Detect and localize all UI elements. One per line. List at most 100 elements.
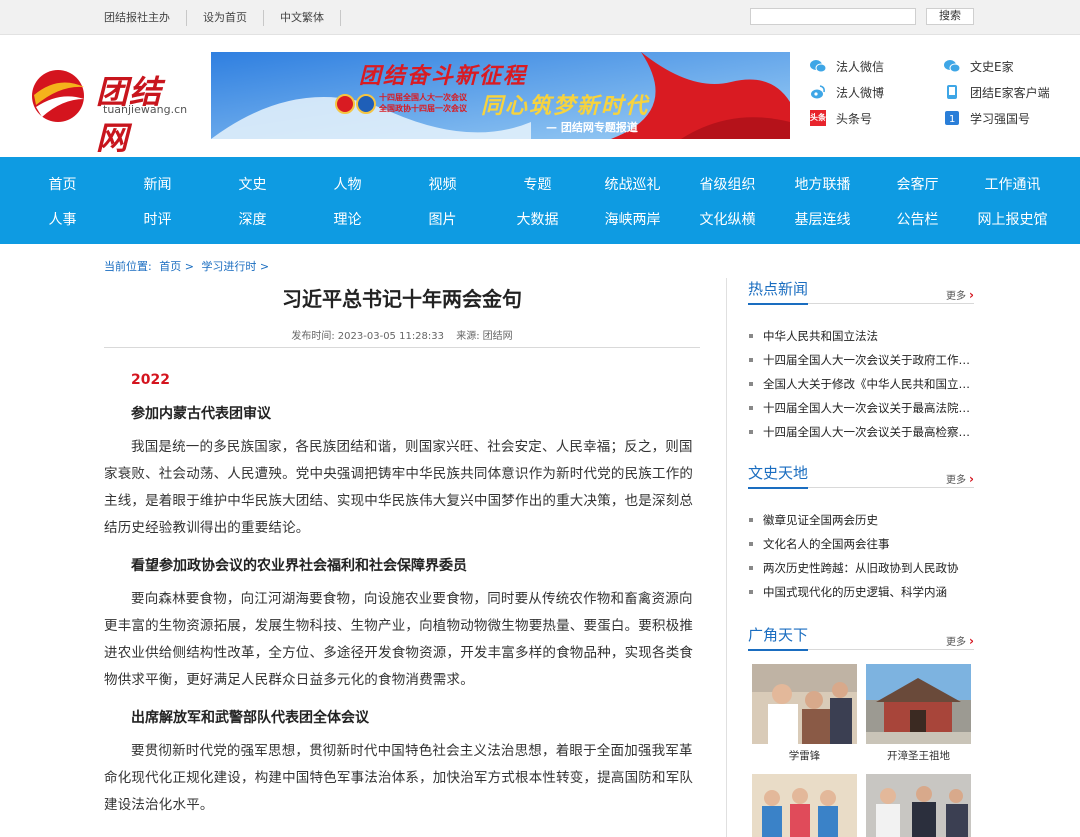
nav-row-1: 首页 新闻 文史 人物 视频 专题 统战巡礼 省级组织 地方联播 会客厅 工作通讯 <box>15 174 1075 194</box>
photo-image <box>752 664 857 744</box>
list-item[interactable]: 中国式现代化的历史逻辑、科学内涵 <box>748 580 974 604</box>
photo-xueleifeng[interactable] <box>752 664 857 744</box>
bullet-icon <box>749 406 753 410</box>
wenshi-more[interactable]: 更多 › <box>946 471 974 486</box>
list-item-text: 十四届全国人大一次会议关于政府工作报告的决议 <box>763 353 974 367</box>
banner-line1: 十四届全国人大一次会议 <box>379 93 467 102</box>
list-item[interactable]: 全国人大关于修改《中华人民共和国立法法》的决定 <box>748 372 974 396</box>
logo-domain: tuanjiewang.cn <box>103 103 188 116</box>
nav-item-row1-0[interactable]: 首页 <box>15 174 110 194</box>
guangjiao-title: 广角天下 <box>748 624 809 651</box>
nav-item-row1-8[interactable]: 地方联播 <box>775 174 870 194</box>
nav-item-row1-6[interactable]: 统战巡礼 <box>585 174 680 194</box>
nav-item-row1-4[interactable]: 视频 <box>395 174 490 194</box>
nav-item-row2-5[interactable]: 大数据 <box>490 209 585 229</box>
social-app[interactable]: 团结E家客户端 <box>944 79 1050 105</box>
nav-item-row1-10[interactable]: 工作通讯 <box>965 174 1060 194</box>
breadcrumb: 当前位置: 首页 > 学习进行时 > <box>104 258 273 274</box>
social-app-label: 团结E家客户端 <box>970 85 1050 100</box>
hot-news-header: 热点新闻 更多 › <box>748 278 974 305</box>
xuexi-icon: 1 <box>945 111 959 125</box>
article-meta: 发布时间: 2023-03-05 11:28:33 来源: 团结网 <box>104 327 700 342</box>
nav-item-row1-3[interactable]: 人物 <box>300 174 395 194</box>
nav-item-row2-10[interactable]: 网上报史馆 <box>965 209 1060 229</box>
more-label: 更多 <box>946 637 967 648</box>
nav-item-row2-4[interactable]: 图片 <box>395 209 490 229</box>
social-weibo[interactable]: 法人微博 <box>810 79 884 105</box>
source-name: 团结网 <box>482 331 513 342</box>
top-link-set-home[interactable]: 设为首页 <box>187 9 264 26</box>
chevron-right-icon: › <box>969 288 974 302</box>
nav-item-row1-9[interactable]: 会客厅 <box>870 174 965 194</box>
social-wechat-label: 法人微信 <box>836 59 885 74</box>
breadcrumb-label: 当前位置: <box>104 260 152 273</box>
guangjiao-more[interactable]: 更多 › <box>946 633 974 648</box>
article-divider <box>104 347 700 348</box>
banner-tag: — 团结网专题报道 <box>546 121 638 134</box>
site-logo[interactable]: 团结网 tuanjiewang.cn <box>30 65 190 157</box>
list-item[interactable]: 十四届全国人大一次会议关于政府工作报告的决议 <box>748 348 974 372</box>
list-item-text: 文化名人的全国两会往事 <box>763 537 890 551</box>
column-divider <box>726 278 727 837</box>
publish-time-label: 发布时间: <box>291 331 335 342</box>
photo-meeting[interactable] <box>866 774 971 837</box>
social-wenshi[interactable]: 文史E家 <box>944 53 1050 79</box>
search-button[interactable]: 搜索 <box>926 8 974 25</box>
nav-item-row2-8[interactable]: 基层连线 <box>775 209 870 229</box>
social-wechat[interactable]: 法人微信 <box>810 53 884 79</box>
bullet-icon <box>749 430 753 434</box>
list-item-text: 全国人大关于修改《中华人民共和国立法法》的决定 <box>763 377 974 391</box>
hot-news-more[interactable]: 更多 › <box>946 287 974 302</box>
photo-kaizhang[interactable] <box>866 664 971 744</box>
list-item[interactable]: 中华人民共和国立法法 <box>748 324 974 348</box>
section-heading: 参加内蒙古代表团审议 <box>131 406 271 422</box>
bullet-icon <box>749 542 753 546</box>
logo-mark-icon <box>32 70 84 122</box>
bullet-icon <box>749 590 753 594</box>
nav-item-row2-6[interactable]: 海峡两岸 <box>585 209 680 229</box>
nav-item-row2-7[interactable]: 文化纵横 <box>680 209 775 229</box>
top-links: 团结报社主办 设为首页 中文繁体 <box>88 0 341 35</box>
social-toutiao[interactable]: 头条 头条号 <box>810 105 884 131</box>
nav-item-row2-0[interactable]: 人事 <box>15 209 110 229</box>
nav-item-row1-2[interactable]: 文史 <box>205 174 300 194</box>
social-weibo-label: 法人微博 <box>836 85 885 100</box>
photo-image <box>866 774 971 837</box>
social-links-left: 法人微信 法人微博 头条 头条号 <box>810 53 884 131</box>
list-item[interactable]: 文化名人的全国两会往事 <box>748 532 974 556</box>
site-header: 团结网 tuanjiewang.cn 团结奋斗新征程 同心筑梦新时代 十四届全国… <box>0 35 1080 157</box>
nav-item-row2-3[interactable]: 理论 <box>300 209 395 229</box>
nav-item-row2-2[interactable]: 深度 <box>205 209 300 229</box>
section-heading: 看望参加政协会议的农业界社会福利和社会保障界委员 <box>131 558 467 574</box>
svg-text:1: 1 <box>949 114 955 125</box>
top-link-traditional[interactable]: 中文繁体 <box>264 9 341 26</box>
social-xuexi[interactable]: 1 学习强国号 <box>944 105 1050 131</box>
bullet-icon <box>749 334 753 338</box>
special-report-banner[interactable]: 团结奋斗新征程 同心筑梦新时代 十四届全国人大一次会议 全国政协十四届一次会议 … <box>211 52 790 139</box>
article-title: 习近平总书记十年两会金句 <box>282 287 522 311</box>
top-link-host[interactable]: 团结报社主办 <box>88 9 187 26</box>
nav-item-row1-1[interactable]: 新闻 <box>110 174 205 194</box>
nav-item-row2-1[interactable]: 时评 <box>110 209 205 229</box>
hot-news-title: 热点新闻 <box>748 278 809 305</box>
section-heading: 出席解放军和武警部队代表团全体会议 <box>131 710 369 726</box>
hot-news-list: 中华人民共和国立法法 十四届全国人大一次会议关于政府工作报告的决议 全国人大关于… <box>748 324 974 444</box>
breadcrumb-home[interactable]: 首页 > <box>159 260 194 273</box>
more-label: 更多 <box>946 291 967 302</box>
breadcrumb-section[interactable]: 学习进行时 > <box>201 260 269 273</box>
nav-item-row1-7[interactable]: 省级组织 <box>680 174 775 194</box>
photo-children[interactable] <box>752 774 857 837</box>
section-paragraph: 要贯彻新时代党的强军思想，贯彻新时代中国特色社会主义法治思想，着眼于全面加强我军… <box>104 743 694 813</box>
list-item[interactable]: 十四届全国人大一次会议关于最高检察院工作报告的决议 <box>748 420 974 444</box>
list-item[interactable]: 两次历史性跨越：从旧政协到人民政协 <box>748 556 974 580</box>
bullet-icon <box>749 358 753 362</box>
search-input[interactable] <box>750 8 916 25</box>
nav-item-row2-9[interactable]: 公告栏 <box>870 209 965 229</box>
social-links-right: 文史E家 团结E家客户端 1 学习强国号 <box>944 53 1050 131</box>
chevron-right-icon: › <box>969 634 974 648</box>
list-item[interactable]: 徽章见证全国两会历史 <box>748 508 974 532</box>
nav-item-row1-5[interactable]: 专题 <box>490 174 585 194</box>
list-item[interactable]: 十四届全国人大一次会议关于最高法院工作报告的决议 <box>748 396 974 420</box>
wenshi-title: 文史天地 <box>748 462 809 489</box>
wechat-icon <box>810 60 826 73</box>
